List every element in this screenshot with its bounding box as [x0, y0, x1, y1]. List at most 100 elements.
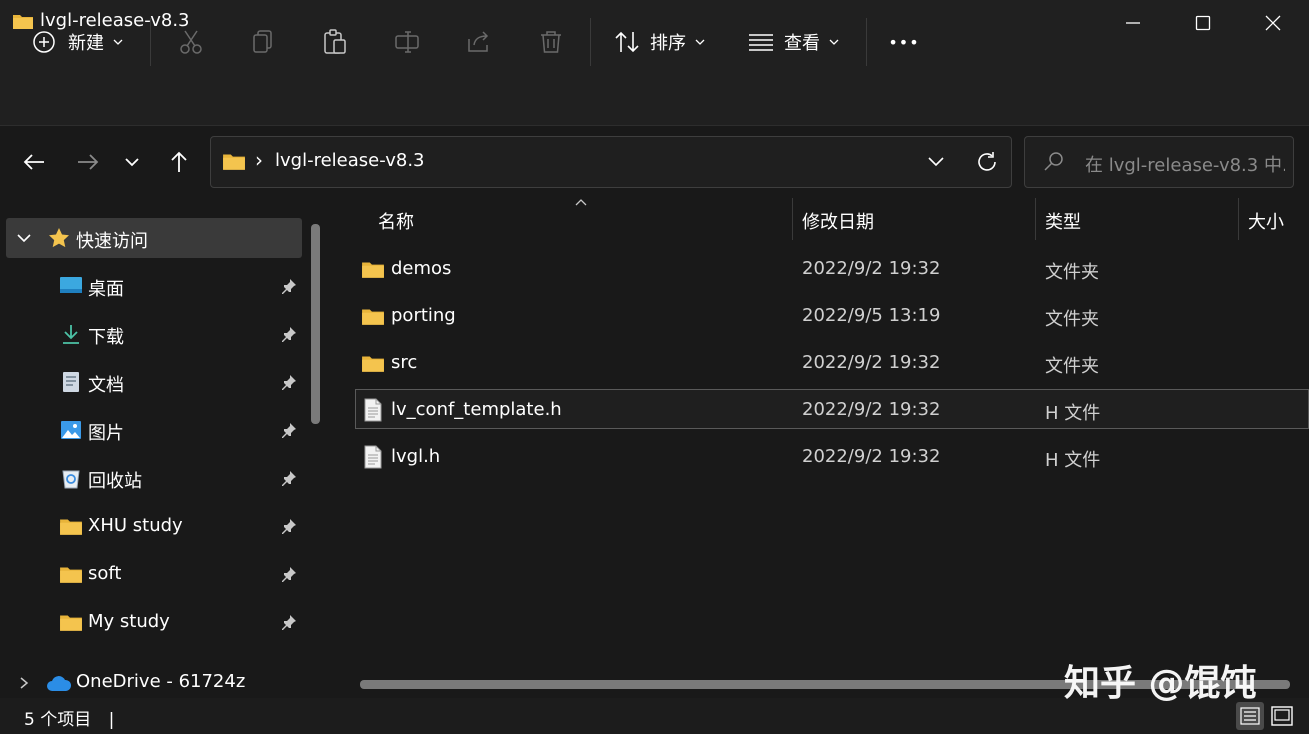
download-icon [58, 323, 84, 345]
share-icon [468, 31, 489, 52]
file-modified-date: 2022/9/5 13:19 [802, 305, 941, 326]
sidebar-item-label: 图片 [88, 423, 124, 444]
close-icon [1265, 15, 1281, 31]
file-type: 文件夹 [1045, 309, 1099, 330]
delete-button[interactable] [530, 20, 572, 64]
sidebar-item-label: soft [88, 563, 122, 584]
sidebar-item[interactable] [6, 362, 302, 402]
folder-icon [58, 563, 84, 585]
file-icon [361, 398, 385, 422]
more-options-button[interactable]: ••• [882, 20, 926, 64]
recycle-bin-icon [58, 467, 84, 489]
minimize-button[interactable] [1098, 0, 1168, 46]
pin-icon[interactable] [281, 518, 297, 534]
view-label: 查看 [784, 33, 820, 54]
sidebar-item-label: 桌面 [88, 279, 124, 300]
star-icon [49, 228, 69, 248]
document-icon [58, 371, 84, 393]
sidebar-scrollbar[interactable] [311, 224, 320, 424]
item-count-label: 5 个项目 [24, 710, 92, 730]
chevron-down-icon[interactable] [16, 231, 32, 245]
file-modified-date: 2022/9/2 19:32 [802, 446, 941, 467]
desktop-icon [58, 275, 84, 297]
column-divider[interactable] [792, 198, 793, 240]
paste-button[interactable] [314, 20, 356, 64]
trash-icon [541, 31, 561, 53]
new-label: 新建 [68, 33, 104, 54]
recent-locations-button[interactable] [114, 142, 150, 182]
details-view-icon [1240, 707, 1260, 725]
onedrive-cloud-icon [47, 676, 72, 691]
search-input[interactable]: 在 lvgl-release-v8.3 中... [1085, 151, 1285, 177]
file-name: demos [391, 258, 452, 279]
maximize-button[interactable] [1168, 0, 1238, 46]
details-view-button[interactable] [1236, 702, 1264, 730]
chevron-right-icon[interactable] [18, 676, 30, 690]
cut-button[interactable] [170, 20, 212, 64]
close-button[interactable] [1238, 0, 1308, 46]
share-button[interactable] [458, 20, 500, 64]
sort-ascending-icon [575, 199, 587, 206]
sidebar-item[interactable] [6, 554, 302, 594]
view-button[interactable]: 查看 [740, 20, 852, 64]
scissors-icon [180, 30, 202, 54]
rename-icon [395, 31, 419, 53]
chevron-down-icon [829, 39, 839, 45]
divider [590, 18, 591, 66]
view-list-icon [749, 34, 773, 51]
sidebar-item[interactable] [6, 458, 302, 498]
folder-icon [58, 515, 84, 537]
file-modified-date: 2022/9/2 19:32 [802, 352, 941, 373]
file-modified-date: 2022/9/2 19:32 [802, 399, 941, 420]
sort-label: 排序 [650, 33, 686, 54]
sidebar-item[interactable] [6, 410, 302, 450]
breadcrumb-separator: › [255, 148, 263, 172]
pictures-icon [58, 419, 84, 441]
column-divider[interactable] [1035, 198, 1036, 240]
pin-icon[interactable] [281, 326, 297, 342]
file-name: porting [391, 305, 456, 326]
sidebar-item-label: 快速访问 [76, 231, 148, 252]
address-history-button[interactable] [924, 150, 948, 174]
divider [150, 18, 151, 66]
tiles-view-button[interactable] [1268, 702, 1296, 730]
pin-icon[interactable] [281, 278, 297, 294]
new-button[interactable]: 新建 [24, 20, 134, 64]
pin-icon[interactable] [281, 374, 297, 390]
chevron-down-icon [125, 158, 139, 167]
column-header-type[interactable]: 类型 [1045, 208, 1081, 234]
up-button[interactable] [161, 142, 197, 182]
back-button[interactable] [16, 142, 52, 182]
column-header-modified[interactable]: 修改日期 [802, 208, 874, 234]
large-icons-view-icon [1271, 706, 1293, 726]
sidebar-item[interactable] [6, 266, 302, 306]
arrow-up-icon [171, 151, 187, 172]
pin-icon[interactable] [281, 422, 297, 438]
chevron-down-icon [695, 39, 705, 45]
sidebar-item-onedrive[interactable]: OneDrive - 61724z [76, 671, 245, 692]
pin-icon[interactable] [281, 614, 297, 630]
sort-button[interactable]: 排序 [606, 20, 718, 64]
forward-button[interactable] [70, 142, 106, 182]
plus-circle-icon [33, 31, 55, 53]
column-header-size[interactable]: 大小 [1248, 208, 1284, 234]
sidebar-item-label: XHU study [88, 515, 183, 536]
sidebar-item[interactable] [6, 314, 302, 354]
chevron-down-icon [113, 39, 123, 45]
pin-icon[interactable] [281, 470, 297, 486]
column-divider[interactable] [1238, 198, 1239, 240]
column-header-name[interactable]: 名称 [378, 208, 414, 234]
copy-icon [253, 30, 272, 53]
file-name: lv_conf_template.h [391, 399, 562, 420]
file-icon [361, 445, 385, 469]
sort-icon [615, 31, 639, 53]
sidebar-item-label: 回收站 [88, 471, 142, 492]
clipboard-icon [324, 29, 346, 54]
pin-icon[interactable] [281, 566, 297, 582]
file-name: src [391, 352, 418, 373]
copy-button[interactable] [242, 20, 284, 64]
refresh-button[interactable] [974, 149, 1000, 175]
rename-button[interactable] [386, 20, 428, 64]
file-type: 文件夹 [1045, 356, 1099, 377]
breadcrumb[interactable]: lvgl-release-v8.3 [275, 150, 425, 171]
